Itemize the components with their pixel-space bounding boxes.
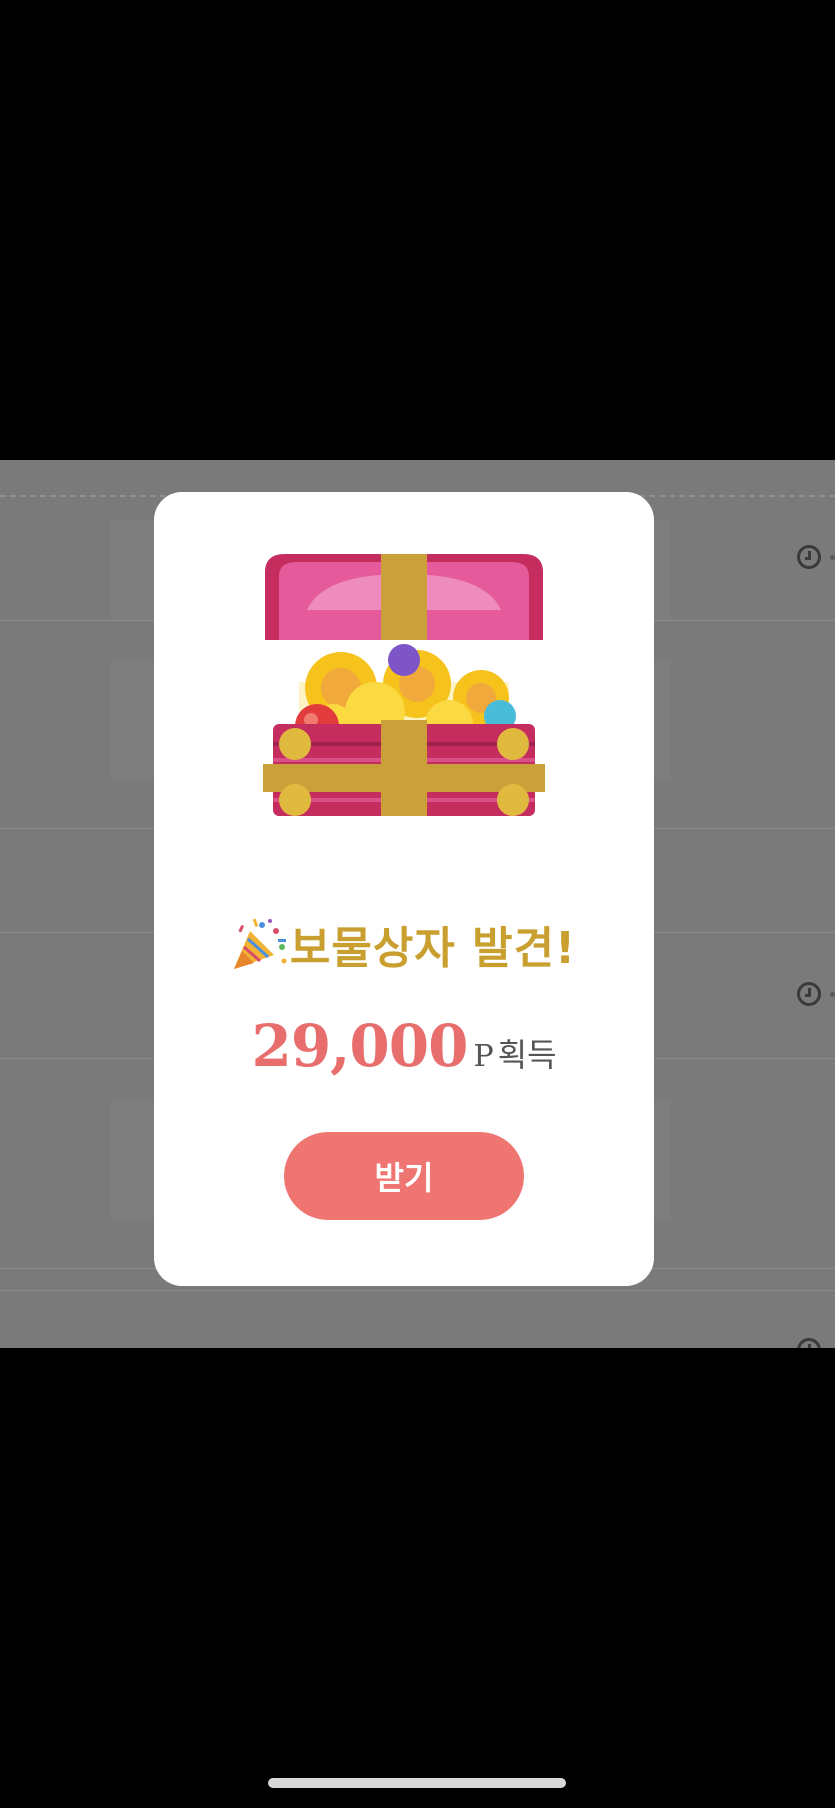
- reward-unit: P: [473, 1039, 494, 1074]
- modal-title-text: 보물상자 발견!: [289, 923, 577, 974]
- reward-line: 29,000 P 획득: [154, 1012, 654, 1080]
- screen: 보물상자 발견! 29,000 P 획득 받기: [0, 0, 835, 1808]
- reward-modal: 보물상자 발견! 29,000 P 획득 받기: [154, 492, 654, 1286]
- reward-amount: 29,000: [251, 1012, 468, 1080]
- receive-button[interactable]: 받기: [284, 1132, 524, 1220]
- reward-suffix: 획득: [497, 1036, 557, 1074]
- clock-icon: [797, 545, 821, 569]
- clock-icon: [797, 982, 821, 1006]
- truncated-text: [830, 555, 835, 560]
- truncated-text: [830, 992, 835, 997]
- divider: [0, 1290, 835, 1291]
- treasure-chest-icon: [263, 554, 545, 816]
- modal-title: 보물상자 발견!: [154, 912, 654, 976]
- clock-icon: [797, 1338, 821, 1348]
- home-indicator[interactable]: [268, 1778, 566, 1788]
- party-popper-icon: [233, 918, 287, 969]
